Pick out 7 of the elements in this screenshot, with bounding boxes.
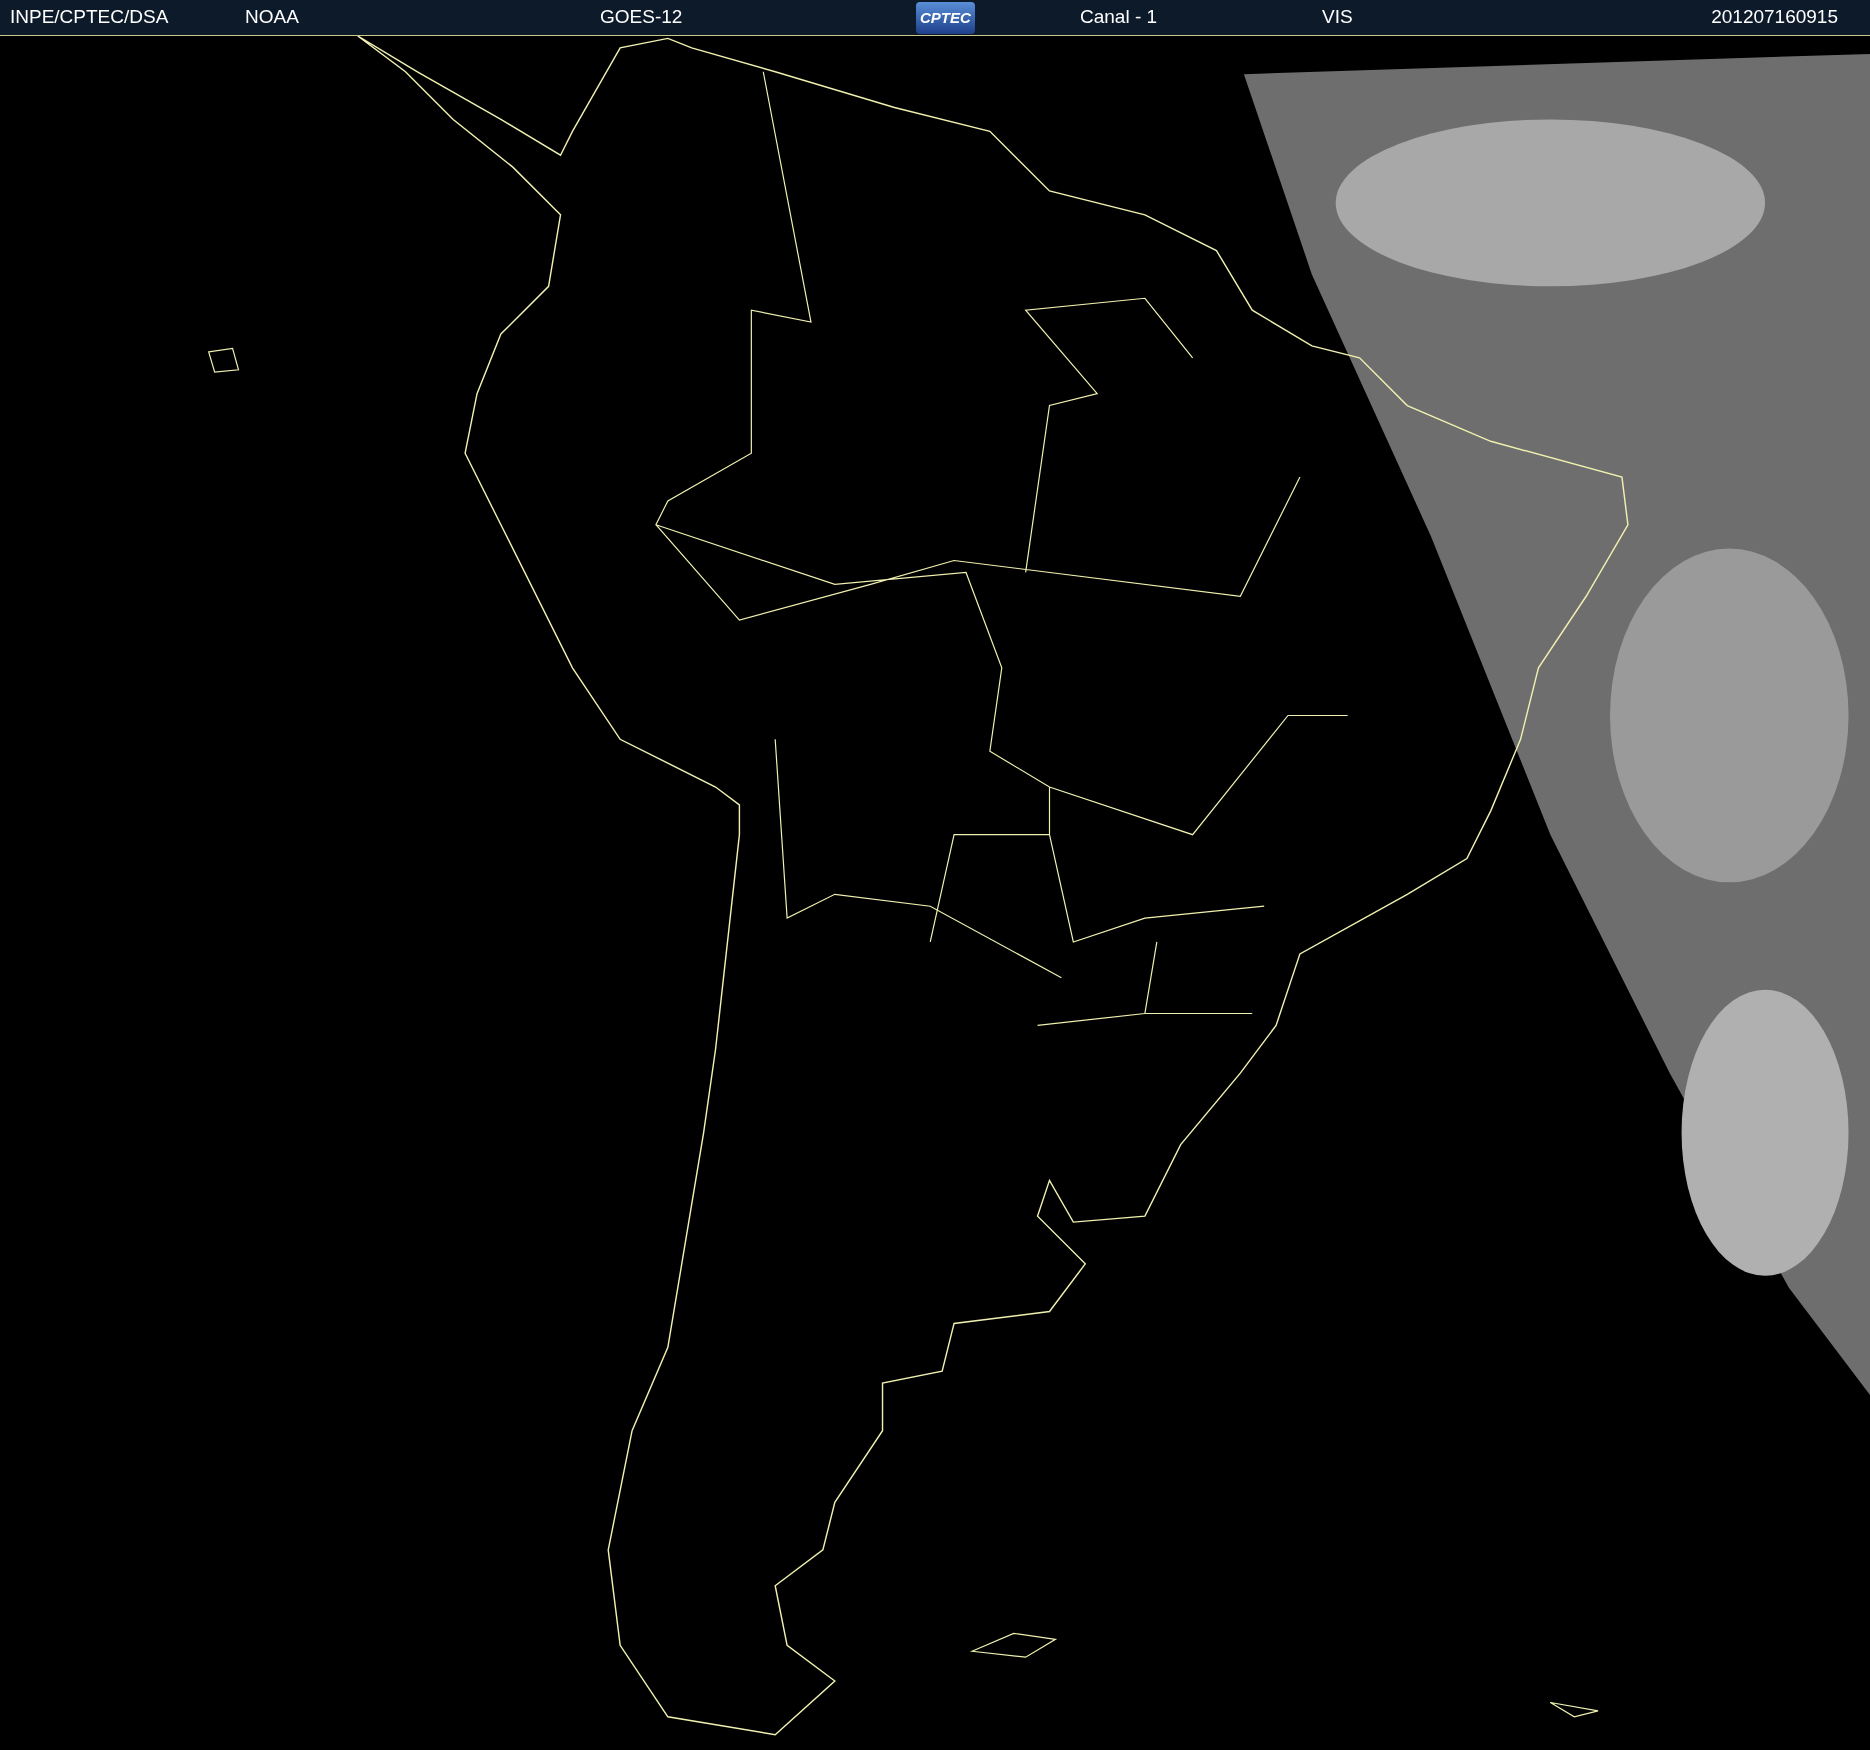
timestamp-label: 201207160915	[1711, 6, 1838, 28]
agency-label: NOAA	[245, 6, 299, 28]
band-label: VIS	[1322, 6, 1353, 28]
source-label: INPE/CPTEC/DSA	[10, 6, 169, 28]
channel-label: Canal - 1	[1080, 6, 1158, 28]
satellite-label: GOES-12	[600, 6, 683, 28]
logo: CPTEC	[916, 1, 975, 34]
